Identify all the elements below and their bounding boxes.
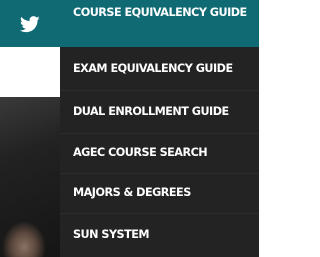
page-root: COURSE EQUIVALENCY GUIDE EXAM EQUIVALENC… xyxy=(0,0,259,257)
menu-item-agec-course-search[interactable]: AGEC COURSE SEARCH xyxy=(60,133,259,173)
menu-item-course-equivalency-guide[interactable]: COURSE EQUIVALENCY GUIDE xyxy=(60,0,259,47)
menu-item-exam-equivalency-guide[interactable]: EXAM EQUIVALENCY GUIDE xyxy=(60,47,259,90)
menu-item-label: SUN SYSTEM xyxy=(73,228,150,241)
dropdown-menu: COURSE EQUIVALENCY GUIDE EXAM EQUIVALENC… xyxy=(60,0,259,257)
twitter-icon xyxy=(20,15,40,32)
menu-item-label: COURSE EQUIVALENCY GUIDE xyxy=(73,6,247,19)
background-photo xyxy=(0,97,60,257)
menu-item-label: MAJORS & DEGREES xyxy=(73,186,191,199)
menu-item-sun-system[interactable]: SUN SYSTEM xyxy=(60,213,259,257)
menu-item-label: DUAL ENROLLMENT GUIDE xyxy=(73,104,229,118)
menu-item-majors-degrees[interactable]: MAJORS & DEGREES xyxy=(60,173,259,213)
header-underlay xyxy=(0,47,60,97)
menu-item-label: AGEC COURSE SEARCH xyxy=(73,146,208,159)
menu-item-label: EXAM EQUIVALENCY GUIDE xyxy=(73,61,233,75)
twitter-button[interactable] xyxy=(18,12,42,36)
menu-item-dual-enrollment-guide[interactable]: DUAL ENROLLMENT GUIDE xyxy=(60,90,259,133)
